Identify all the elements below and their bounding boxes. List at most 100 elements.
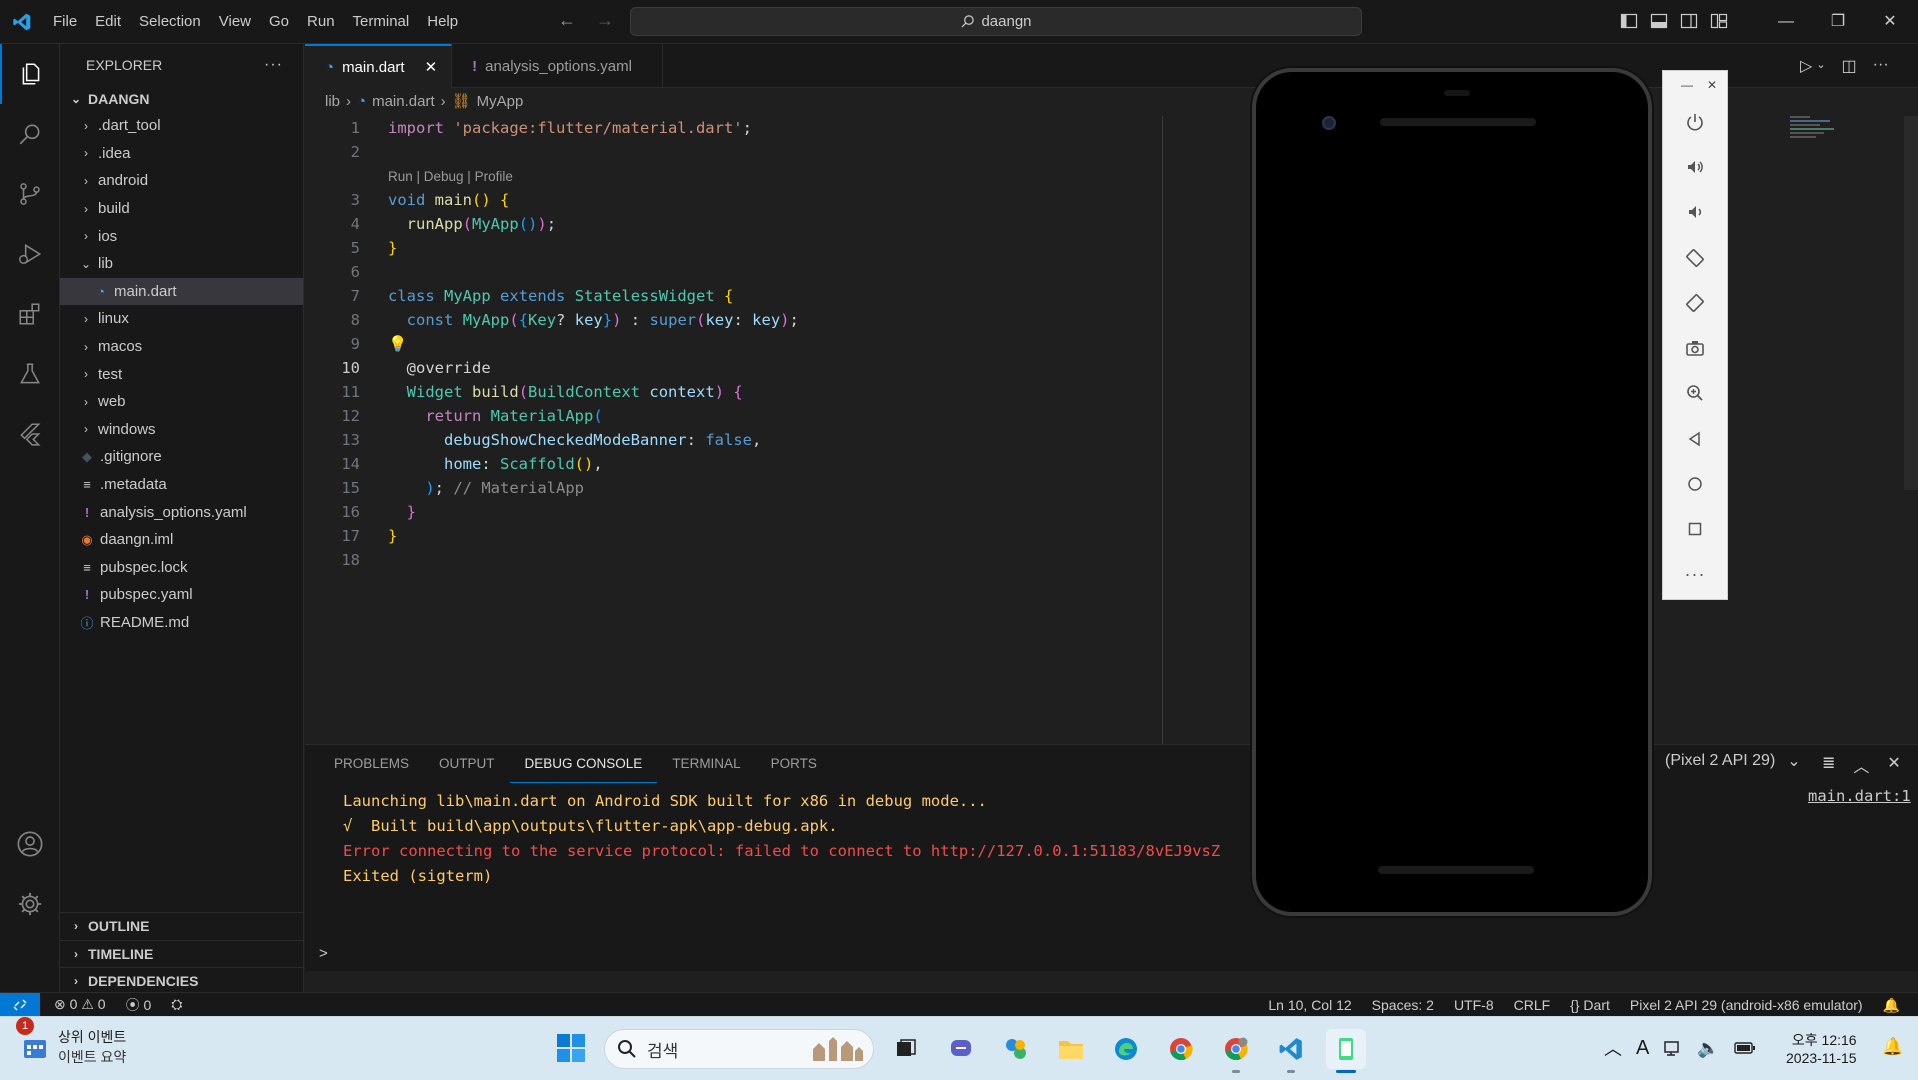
toggle-secondary-sidebar-icon[interactable] [1680, 12, 1698, 30]
tree-item-gitignore[interactable]: ◆ .gitignore [60, 443, 303, 471]
dependencies-section[interactable]: › DEPENDENCIES [60, 967, 304, 995]
overview-button[interactable] [1663, 507, 1727, 552]
tree-item-dart-tool[interactable]: › .dart_tool [60, 112, 303, 140]
search-view-button[interactable] [0, 104, 60, 164]
breadcrumb-file[interactable]: main.dart [372, 93, 435, 110]
battery-icon[interactable] [1734, 1040, 1756, 1056]
tree-item-analysis-options[interactable]: ! analysis_options.yaml [60, 498, 303, 526]
minimize-icon[interactable]: — [1760, 0, 1812, 44]
forward-arrow-icon[interactable]: → [596, 10, 614, 31]
debug-status-icon[interactable]: ⛭ [171, 996, 182, 1013]
tree-item-daangn-iml[interactable]: ◉ daangn.iml [60, 526, 303, 554]
start-button[interactable] [556, 1033, 586, 1066]
edge-app[interactable] [1106, 1029, 1146, 1069]
home-button[interactable] [1663, 461, 1727, 506]
teams-chat-app[interactable] [941, 1029, 981, 1069]
task-view-app[interactable] [886, 1029, 926, 1069]
photos-app[interactable] [996, 1029, 1036, 1069]
testing-button[interactable] [0, 344, 60, 404]
tree-item-readme[interactable]: ⓘ README.md [60, 609, 303, 637]
tree-item-main-dart[interactable]: ◔ main.dart [60, 277, 303, 306]
tree-item-ios[interactable]: › ios [60, 222, 303, 250]
run-debug-button[interactable] [0, 224, 60, 284]
toggle-panel-icon[interactable] [1650, 12, 1668, 30]
tree-item-macos[interactable]: › macos [60, 333, 303, 361]
explorer-button[interactable] [0, 44, 60, 104]
manage-button[interactable] [0, 874, 60, 934]
back-button[interactable] [1663, 416, 1727, 461]
screenshot-button[interactable] [1663, 325, 1727, 370]
outline-section[interactable]: › OUTLINE [60, 912, 304, 940]
menu-go[interactable]: Go [260, 0, 298, 44]
notifications-bell-icon[interactable]: 🔔 [1883, 997, 1900, 1014]
lightbulb-icon[interactable]: 💡 [388, 335, 407, 353]
notifications-bell-icon[interactable]: 🔔 [1882, 1037, 1903, 1057]
close-tab-icon[interactable]: ✕ [425, 58, 438, 76]
zoom-button[interactable] [1663, 371, 1727, 416]
cursor-position[interactable]: Ln 10, Col 12 [1268, 997, 1351, 1013]
menu-view[interactable]: View [210, 0, 260, 44]
tab-problems[interactable]: PROBLEMS [319, 745, 424, 783]
split-editor-icon[interactable]: ◫ [1842, 56, 1857, 76]
tab-terminal[interactable]: TERMINAL [657, 745, 755, 783]
network-icon[interactable] [1663, 1038, 1683, 1058]
rotate-left-button[interactable] [1663, 235, 1727, 280]
taskbar-search[interactable]: 검색 [604, 1029, 874, 1069]
tree-item-pubspec-lock[interactable]: ≡ pubspec.lock [60, 554, 303, 582]
chevron-down-icon[interactable]: ⌄ [1816, 56, 1825, 76]
maximize-panel-icon[interactable]: ︿ [1853, 753, 1869, 777]
close-icon[interactable]: ✕ [1707, 78, 1717, 92]
close-window-icon[interactable]: ✕ [1864, 0, 1916, 44]
ports-status[interactable]: ⦿ 0 [126, 995, 152, 1015]
tree-item-build[interactable]: › build [60, 195, 303, 223]
volume-down-button[interactable] [1663, 190, 1727, 235]
workspace-root[interactable]: ⌄ DAANGN [60, 86, 303, 112]
minimap[interactable] [1790, 116, 1850, 146]
tree-item-android[interactable]: › android [60, 167, 303, 195]
tab-main-dart[interactable]: ◔ main.dart ✕ [305, 44, 453, 88]
menu-edit[interactable]: Edit [86, 0, 130, 44]
console-prompt[interactable]: > [319, 945, 328, 962]
rotate-right-button[interactable] [1663, 280, 1727, 325]
source-link[interactable]: main.dart:1 [1808, 787, 1911, 805]
more-actions-icon[interactable]: ··· [264, 56, 283, 74]
tree-item-linux[interactable]: › linux [60, 305, 303, 333]
timeline-section[interactable]: › TIMELINE [60, 939, 304, 968]
tab-analysis-options[interactable]: ! analysis_options.yaml [452, 44, 663, 88]
extensions-button[interactable] [0, 284, 60, 344]
menu-help[interactable]: Help [418, 0, 467, 44]
speaker-icon[interactable]: 🔈 [1697, 1038, 1719, 1059]
clear-console-icon[interactable]: ≣ [1822, 753, 1835, 777]
language-mode[interactable]: {} Dart [1570, 997, 1610, 1013]
command-center-search[interactable]: daangn [630, 7, 1362, 36]
tree-item-test[interactable]: › test [60, 360, 303, 388]
breadcrumb-symbol[interactable]: MyApp [477, 93, 524, 110]
editor-scrollbar[interactable] [1904, 116, 1918, 490]
encoding[interactable]: UTF-8 [1454, 997, 1494, 1013]
problems-status[interactable]: ⊗ 0 ⚠ 0 [54, 996, 106, 1013]
minimize-icon[interactable]: — [1681, 78, 1693, 92]
tree-item-metadata[interactable]: ≡ .metadata [60, 471, 303, 499]
tab-output[interactable]: OUTPUT [424, 745, 510, 783]
source-control-button[interactable] [0, 164, 60, 224]
remote-indicator[interactable] [0, 992, 40, 1017]
widgets-button[interactable]: 상위 이벤트 이벤트 요약 [22, 1027, 126, 1067]
chevron-up-icon[interactable]: ︿ [1604, 1035, 1622, 1061]
tab-ports[interactable]: PORTS [756, 745, 832, 783]
menu-selection[interactable]: Selection [130, 0, 210, 44]
customize-layout-icon[interactable] [1710, 12, 1728, 30]
debug-session-select[interactable]: (Pixel 2 API 29) ⌄ [1665, 751, 1801, 771]
android-studio-app[interactable] [1326, 1029, 1366, 1073]
accounts-button[interactable] [0, 814, 60, 874]
more-actions-icon[interactable]: ··· [1873, 56, 1889, 76]
power-button[interactable] [1663, 99, 1727, 144]
flutter-button[interactable] [0, 404, 60, 464]
vscode-app[interactable] [1271, 1029, 1311, 1073]
tree-item-lib[interactable]: ⌄ lib [60, 250, 303, 278]
file-explorer-app[interactable] [1051, 1029, 1091, 1069]
chrome-app[interactable] [1161, 1029, 1201, 1069]
tab-debug-console[interactable]: DEBUG CONSOLE [509, 745, 658, 783]
breadcrumb-folder[interactable]: lib [325, 93, 340, 110]
tree-item-idea[interactable]: › .idea [60, 140, 303, 168]
menu-terminal[interactable]: Terminal [344, 0, 419, 44]
